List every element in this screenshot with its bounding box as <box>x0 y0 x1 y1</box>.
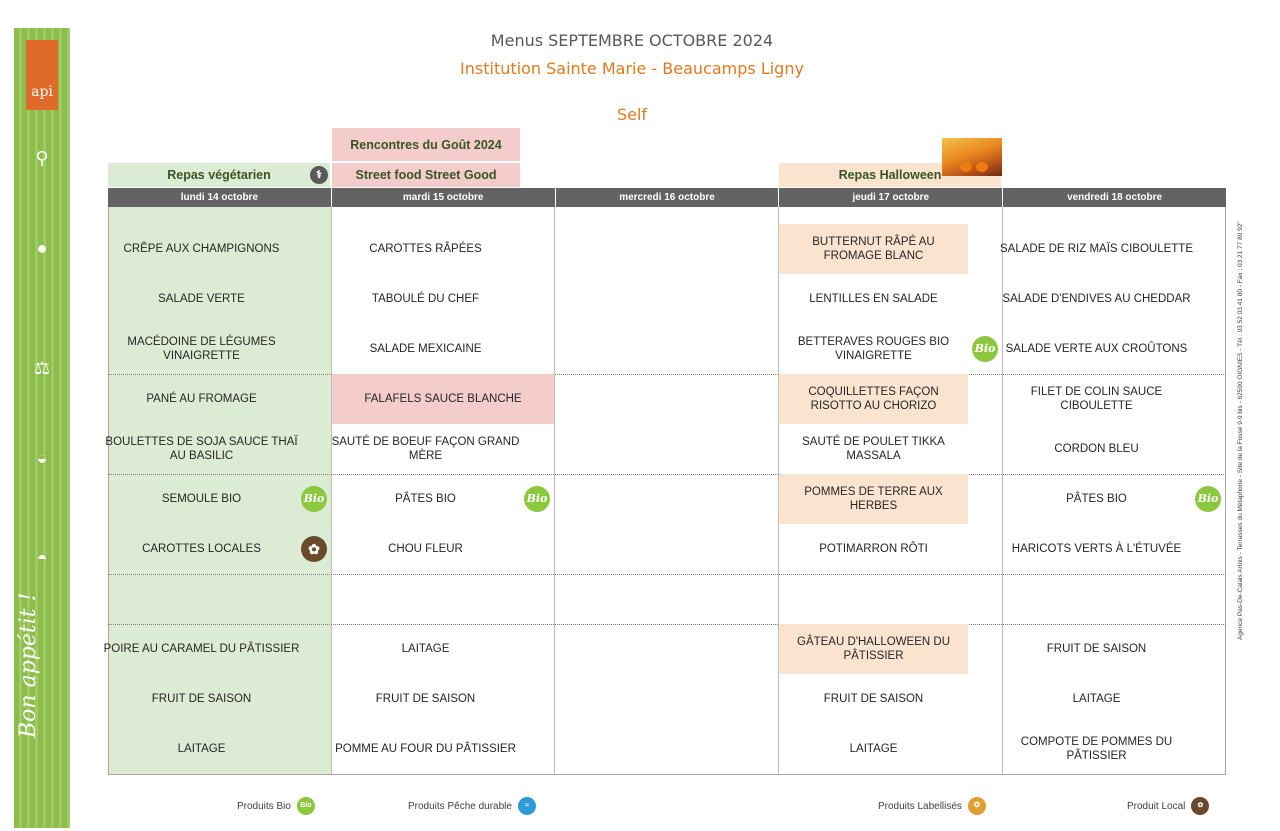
menu-item-thursday-starter-3: BETTERAVES ROUGES BIO VINAIGRETTE <box>797 336 950 362</box>
menu-item-tuesday-starter-3: SALADE MEXICAINE <box>369 343 482 355</box>
day-header-monday: lundi 14 octobre <box>108 188 332 207</box>
bowl-icon: ◒ <box>36 448 48 468</box>
menu-item-tuesday-side-1: PÂTES BIO <box>395 493 456 505</box>
menu-item-tuesday-dessert-3: POMME AU FOUR DU PÂTISSIER <box>335 743 516 755</box>
menu-item-tuesday-starter-1: CAROTTES RÂPÉES <box>369 243 482 255</box>
bio-legend-icon: Bio <box>296 797 315 815</box>
day-header-friday: vendredi 18 octobre <box>1067 192 1163 203</box>
label-medal-icon: ✪ <box>967 797 986 815</box>
menu-item-monday-side-1: SEMOULE BIO <box>161 493 242 505</box>
bio-badge-icon: Bio <box>1195 486 1221 512</box>
menu-item-friday-main-2: CORDON BLEU <box>1054 443 1139 455</box>
menu-item-tuesday-main-2: SAUTÉ DE BOEUF FAÇON GRAND MÈRE <box>331 436 520 462</box>
bio-badge-icon: Bio <box>301 486 327 512</box>
legend-local: Produit Local ✿ <box>1127 797 1210 815</box>
agency-address: Agence Pas-De-Calais Artois - Terrasses … <box>1237 221 1244 640</box>
menu-item-thursday-main-1: COQUILLETTES FAÇON RISOTTO AU CHORIZO <box>779 374 968 424</box>
menu-item-monday-side-2: CAROTTES LOCALES <box>142 543 261 555</box>
menu-item-thursday-dessert-2: FRUIT DE SAISON <box>823 693 924 705</box>
fish-wave-icon: ≈ <box>517 797 536 815</box>
bon-appetit-text: Bon appétit ! <box>16 592 41 738</box>
theme-vegetarian: Repas végétarien ⚕ <box>108 163 330 187</box>
menu-item-monday-starter-1: CRÊPE AUX CHAMPIGNONS <box>123 243 280 255</box>
menu-item-thursday-starter-1: BUTTERNUT RÂPÉ AU FROMAGE BLANC <box>779 224 968 274</box>
menu-item-friday-starter-1: SALADE DE RIZ MAÏS CIBOULETTE <box>1000 243 1193 255</box>
menu-item-tuesday-side-2: CHOU FLEUR <box>388 543 463 555</box>
menu-item-friday-side-1: PÂTES BIO <box>1066 493 1127 505</box>
menu-item-monday-dessert-3: LAITAGE <box>177 743 226 755</box>
menu-item-friday-starter-2: SALADE D'ENDIVES AU CHEDDAR <box>1002 293 1191 305</box>
menu-item-friday-starter-3: SALADE VERTE AUX CROÛTONS <box>1005 343 1188 355</box>
bio-badge-icon: Bio <box>972 336 998 362</box>
theme-rencontres-gout: Rencontres du Goût 2024 <box>332 128 520 161</box>
theme-street-food: Street food Street Good <box>332 163 520 187</box>
legend-bio-label: Produits Bio <box>237 800 291 812</box>
halloween-pumpkin-image <box>942 138 1002 176</box>
section-label: Self <box>616 105 648 124</box>
day-header-thursday: jeudi 17 octobre <box>779 188 1004 207</box>
decorative-side-strip: api ⚲ ● ⚖ ◒ ◓ Bon appétit ! <box>14 28 70 828</box>
menu-item-thursday-dessert-3: LAITAGE <box>849 743 898 755</box>
institution-name: Institution Sainte Marie - Beaucamps Lig… <box>460 59 804 78</box>
local-legend-icon: ✿ <box>1191 797 1210 815</box>
pie-icon: ◓ <box>36 548 48 568</box>
bio-badge-icon: Bio <box>524 486 550 512</box>
menu-item-friday-dessert-3: COMPOTE DE POMMES DU PÂTISSIER <box>1020 736 1173 762</box>
menu-item-friday-dessert-2: LAITAGE <box>1072 693 1121 705</box>
legend-local-label: Produit Local <box>1127 800 1186 812</box>
menu-title: Menus SEPTEMBRE OCTOBRE 2024 <box>490 31 774 50</box>
menu-item-monday-main-1: PANÉ AU FROMAGE <box>146 393 257 405</box>
apple-icon: ● <box>36 238 48 258</box>
day-header-wednesday: mercredi 16 octobre <box>556 188 780 207</box>
theme-vegetarian-label: Repas végétarien <box>167 168 271 182</box>
menu-item-tuesday-main-1: FALAFELS SAUCE BLANCHE <box>332 374 554 424</box>
legend-bio: Produits Bio Bio <box>237 797 315 815</box>
menu-item-monday-starter-2: SALADE VERTE <box>158 293 245 305</box>
menu-item-tuesday-dessert-2: FRUIT DE SAISON <box>375 693 476 705</box>
menu-item-friday-main-1: FILET DE COLIN SAUCE CIBOULETTE <box>1030 386 1163 412</box>
menu-item-thursday-side-2: POTIMARRON RÔTI <box>819 543 928 555</box>
day-header-tuesday: mardi 15 octobre <box>332 188 556 207</box>
menu-item-friday-dessert-1: FRUIT DE SAISON <box>1046 643 1147 655</box>
whisk-icon: ⚲ <box>35 148 49 168</box>
menu-item-thursday-starter-2: LENTILLES EN SALADE <box>809 293 938 305</box>
menu-item-friday-side-2: HARICOTS VERTS À L'ÉTUVÉE <box>1011 543 1182 555</box>
menu-item-monday-dessert-2: FRUIT DE SAISON <box>151 693 252 705</box>
legend-peche-label: Produits Pêche durable <box>408 800 512 812</box>
column-divider <box>554 207 555 775</box>
row-separator <box>108 574 1226 575</box>
scale-icon: ⚖ <box>33 358 51 378</box>
local-product-icon: ✿ <box>301 536 327 562</box>
legend-labellises: Produits Labellisés ✪ <box>878 797 986 815</box>
menu-item-monday-dessert-1: POIRE AU CARAMEL DU PÂTISSIER <box>103 643 300 655</box>
vegetarian-icon: ⚕ <box>310 166 328 184</box>
menu-item-thursday-main-2: SAUTÉ DE POULET TIKKA MASSALA <box>802 436 945 462</box>
menu-item-thursday-side-1: POMMES DE TERRE AUX HERBES <box>779 474 968 524</box>
menu-item-monday-main-2: BOULETTES DE SOJA SAUCE THAÏ AU BASILIC <box>105 436 298 462</box>
menu-item-monday-starter-3: MACÉDOINE DE LÉGUMES VINAIGRETTE <box>127 336 276 362</box>
legend-peche: Produits Pêche durable ≈ <box>408 797 536 815</box>
menu-item-tuesday-dessert-1: LAITAGE <box>401 643 450 655</box>
menu-item-thursday-dessert-1: GÂTEAU D'HALLOWEEN DU PÂTISSIER <box>779 624 968 674</box>
legend-labellises-label: Produits Labellisés <box>878 800 962 812</box>
menu-item-tuesday-starter-2: TABOULÉ DU CHEF <box>371 293 480 305</box>
day-header-bar: lundi 14 octobre mardi 15 octobre mercre… <box>108 188 1226 207</box>
